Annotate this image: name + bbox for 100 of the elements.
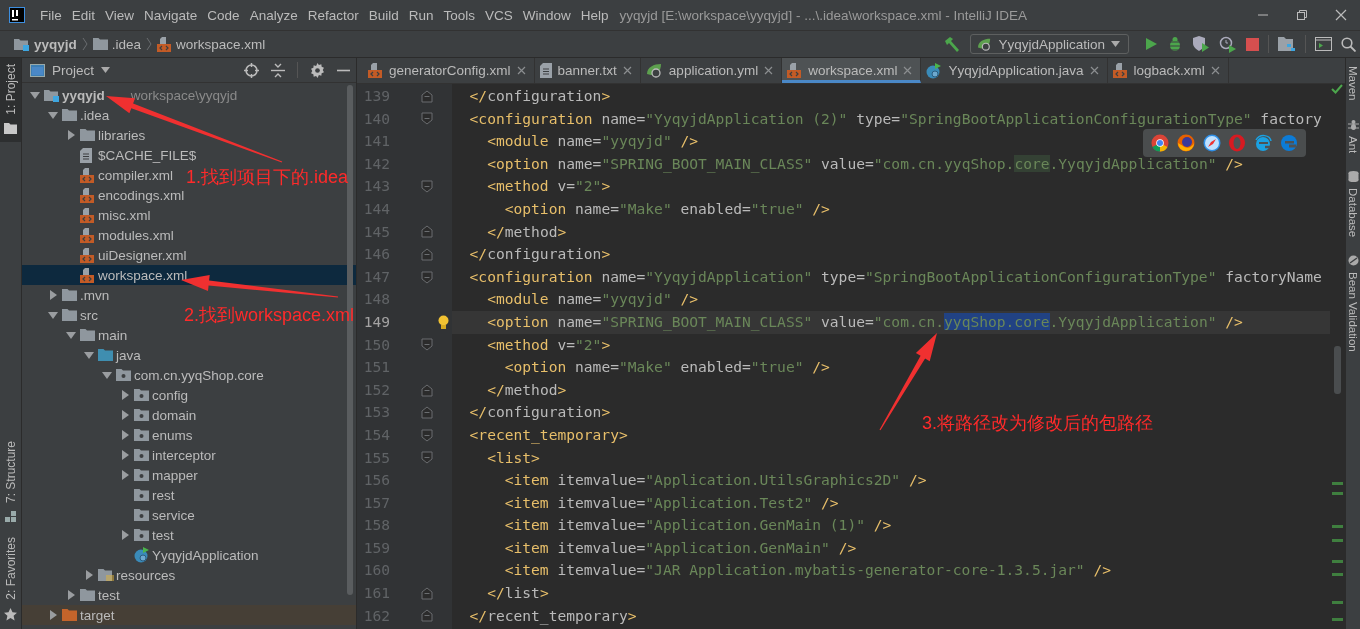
tree-item[interactable]: domain [120,405,197,425]
tree-item[interactable]: java [84,345,141,365]
fold-icon[interactable] [421,112,433,126]
collapsed-arrow-icon[interactable] [66,590,76,600]
search-icon[interactable] [1341,36,1356,52]
tree-item[interactable]: modules.xml [66,225,174,245]
fold-icon[interactable] [421,406,433,420]
profiler-icon[interactable] [1219,35,1237,53]
breadcrumb[interactable]: .idea [92,36,142,52]
tree-item[interactable]: YyqyjdApplication [120,545,259,565]
expanded-arrow-icon[interactable] [30,90,40,100]
tree-item[interactable]: encodings.xml [66,185,185,205]
browser-icon[interactable] [1176,134,1195,152]
tree-item[interactable]: workspace.xml [66,265,188,285]
collapsed-arrow-icon[interactable] [48,290,58,300]
collapse-all-icon[interactable] [271,62,285,78]
collapsed-arrow-icon[interactable] [120,430,130,440]
browser-icon[interactable] [1254,134,1273,152]
tree-item[interactable]: service [120,505,195,525]
tool-window-tab[interactable]: Maven [1347,66,1359,101]
expanded-arrow-icon[interactable] [48,110,58,120]
fold-icon[interactable] [421,247,433,261]
close-icon[interactable] [764,66,774,75]
tree-item[interactable]: com.cn.yyqShop.core [102,365,264,385]
tree-item[interactable]: src [48,305,98,325]
tree-item[interactable]: config [120,385,189,405]
fold-icon[interactable] [421,383,433,397]
expanded-arrow-icon[interactable] [84,350,94,360]
run-window-icon[interactable] [1315,37,1332,51]
shield-run-icon[interactable] [1192,36,1210,52]
expanded-arrow-icon[interactable] [102,370,112,380]
menu-item[interactable]: Refactor [302,7,364,23]
tree-item[interactable]: main [66,325,128,345]
tool-window-tab[interactable]: 7: Structure [0,435,21,532]
tool-window-tab[interactable]: Bean Validation [1347,272,1359,352]
close-icon[interactable] [1335,9,1347,21]
close-icon[interactable] [622,66,632,75]
tool-window-tab[interactable]: Ant [1347,135,1359,153]
editor-tab[interactable]: YyqyjdApplication.java [921,58,1108,83]
menu-item[interactable]: Edit [66,7,101,23]
collapsed-arrow-icon[interactable] [120,390,130,400]
menu-item[interactable]: Help [575,7,614,23]
fold-icon[interactable] [421,270,433,284]
editor-tab[interactable]: banner.txt [534,58,641,83]
collapsed-arrow-icon[interactable] [84,570,94,580]
tree-item[interactable]: resources [84,565,176,585]
breadcrumb[interactable]: workspace.xml [157,36,266,52]
menu-item[interactable]: Build [363,7,404,23]
bulb-icon[interactable] [437,314,449,330]
browser-icon[interactable] [1150,134,1169,152]
tree-item[interactable]: compiler.xml [66,165,173,185]
compass-icon[interactable] [1202,134,1221,152]
tree-item[interactable]: mapper [120,465,198,485]
menu-item[interactable]: Navigate [139,7,203,23]
project-structure-icon[interactable] [1278,36,1296,52]
collapsed-arrow-icon[interactable] [48,610,58,620]
tree-item[interactable]: target [48,605,115,625]
run-icon[interactable] [1144,37,1158,51]
menu-item[interactable]: Code [202,7,245,23]
tree-item[interactable]: .mvn [48,285,110,305]
tool-window-tab[interactable]: Database [1347,187,1359,238]
tree-item[interactable]: misc.xml [66,205,151,225]
editor-tab[interactable]: generatorConfig.xml [363,58,535,83]
restore-icon[interactable] [1296,9,1308,21]
hammer-icon[interactable] [943,36,962,52]
tree-item[interactable]: .idea [48,105,110,125]
fold-icon[interactable] [421,451,433,465]
scrollbar[interactable] [1334,346,1341,394]
tree-item[interactable]: enums [120,425,193,445]
locate-icon[interactable] [244,62,259,78]
collapsed-arrow-icon[interactable] [120,410,130,420]
fold-icon[interactable] [421,180,433,194]
tree-item[interactable]: test [120,525,174,545]
tool-window-tab[interactable]: 1: Project [0,58,21,142]
expanded-arrow-icon[interactable] [66,330,76,340]
project-view-dropdown[interactable]: Project [30,62,111,78]
fold-icon[interactable] [421,586,433,600]
close-icon[interactable] [903,66,913,75]
collapsed-arrow-icon[interactable] [120,450,130,460]
tool-window-tab[interactable]: 2: Favorites [0,531,21,629]
stop-icon[interactable] [1246,37,1259,51]
fold-icon[interactable] [421,225,433,239]
fold-icon[interactable] [421,609,433,623]
expanded-arrow-icon[interactable] [48,310,58,320]
breadcrumb[interactable]: yyqyjd [14,36,77,52]
close-icon[interactable] [1210,66,1220,75]
bug-icon[interactable] [1167,36,1183,52]
editor-tab[interactable]: workspace.xml [782,58,922,83]
run-config-dropdown[interactable]: YyqyjdApplication [970,34,1129,54]
menu-item[interactable]: VCS [480,7,518,23]
collapsed-arrow-icon[interactable] [120,530,130,540]
editor-tab[interactable]: logback.xml [1107,58,1229,83]
fold-icon[interactable] [421,338,433,352]
fold-icon[interactable] [421,89,433,103]
close-icon[interactable] [1089,66,1099,75]
collapsed-arrow-icon[interactable] [66,130,76,140]
menu-item[interactable]: Tools [438,7,480,23]
fold-icon[interactable] [421,428,433,442]
menu-item[interactable]: Window [517,7,576,23]
tree-item[interactable]: rest [120,485,175,505]
